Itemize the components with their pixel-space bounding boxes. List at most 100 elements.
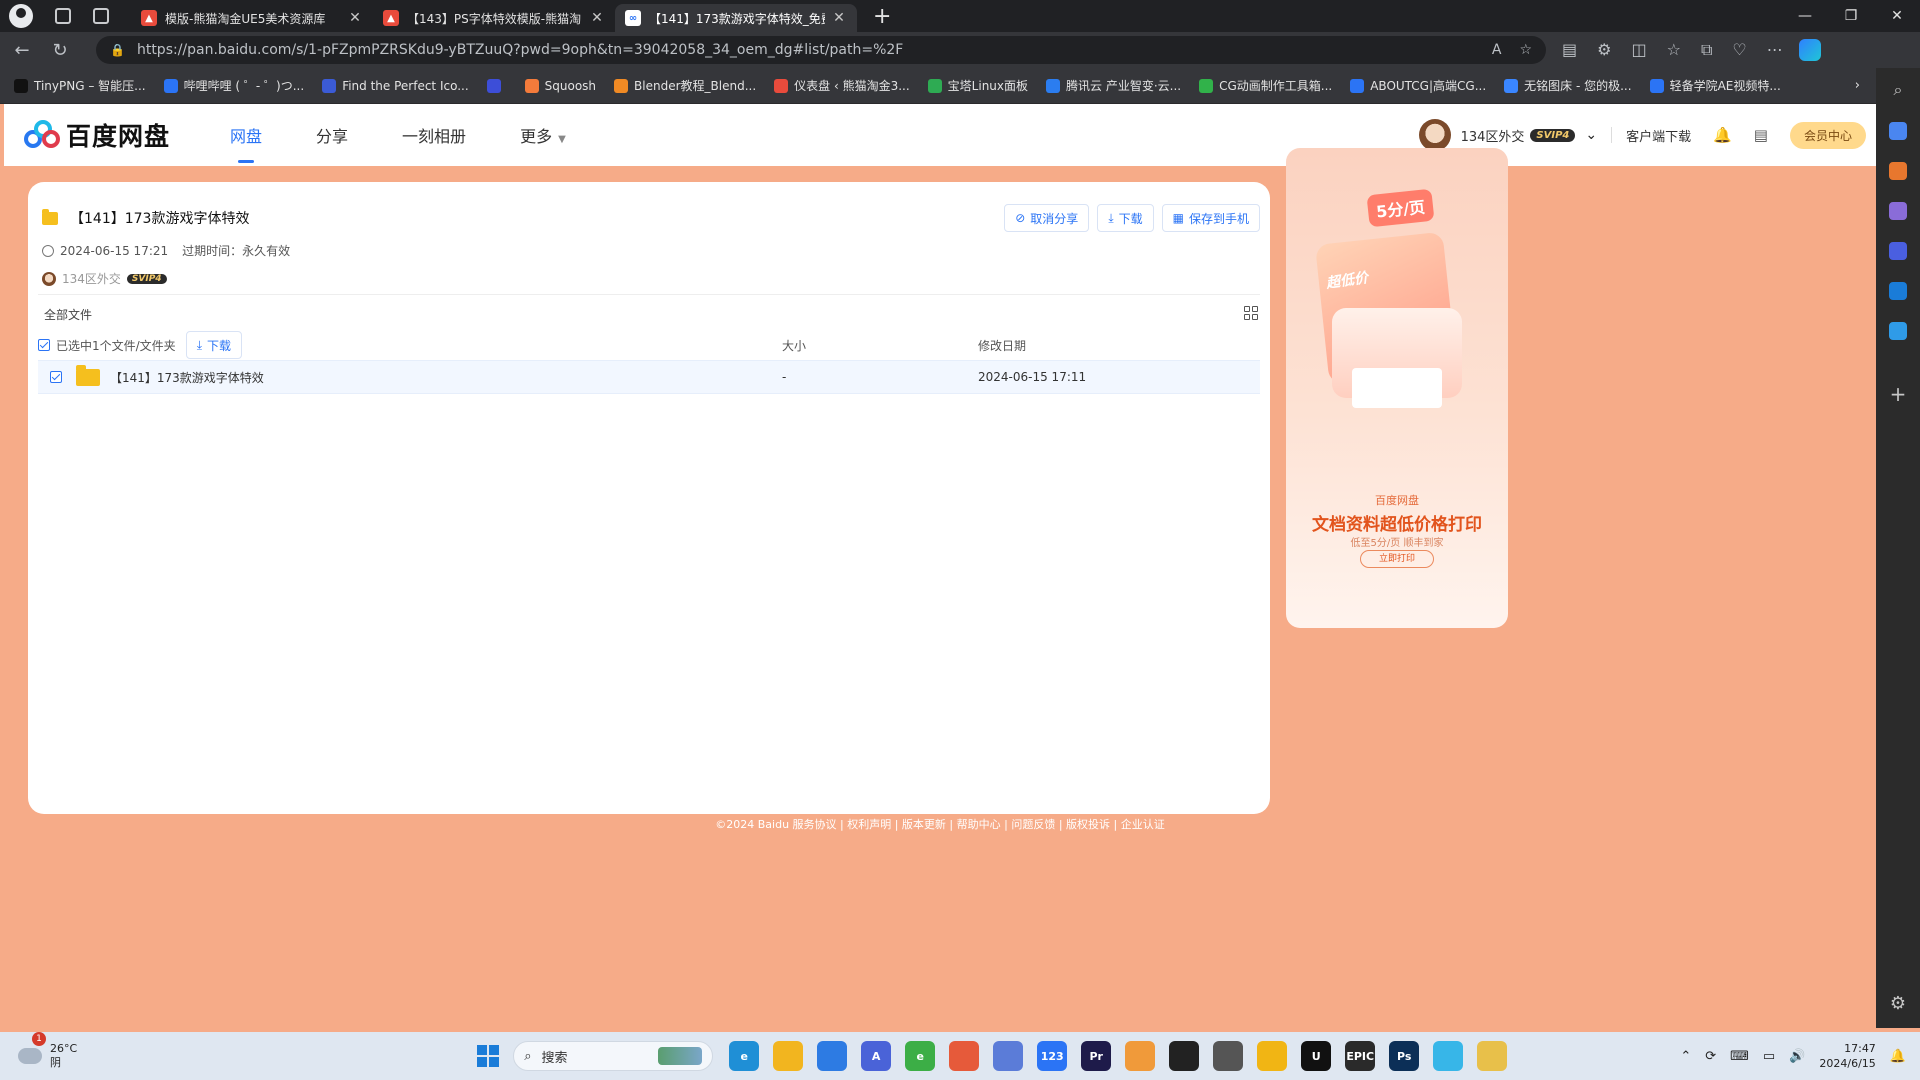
app-yellow-app-icon[interactable] (1257, 1041, 1288, 1071)
explorer-app-icon[interactable] (773, 1041, 804, 1071)
bookmark-item[interactable]: Squoosh (524, 78, 596, 93)
bell-icon[interactable]: 🔔 (1890, 1049, 1906, 1064)
premiere-app-icon[interactable]: Pr (1081, 1041, 1112, 1071)
app-purple-app-icon[interactable] (993, 1041, 1024, 1071)
read-aloud-icon[interactable]: A (1492, 42, 1502, 58)
bookmark-item[interactable] (486, 78, 507, 93)
refresh-button[interactable]: ↻ (44, 40, 76, 61)
nav-share[interactable]: 分享 (316, 117, 348, 153)
bell-icon[interactable]: 🔔 (1713, 126, 1732, 144)
app-gold-app-icon[interactable] (1477, 1041, 1508, 1071)
browser-tab-3[interactable]: ∞ 【141】173款游戏字体特效_免费 ✕ (615, 4, 857, 32)
bookmark-item[interactable]: 仪表盘 ‹ 熊猫淘金3... (774, 77, 910, 94)
browser-tab-1[interactable]: ▲ 模版-熊猫淘金UE5美术资源库 ✕ (131, 4, 373, 32)
split-screen-icon[interactable]: ◫ (1631, 40, 1646, 60)
download-button[interactable]: ⤓ 下载 (1097, 204, 1154, 232)
start-button[interactable] (477, 1045, 500, 1067)
sidebar-copilot-icon[interactable] (1889, 242, 1907, 260)
bookmark-item[interactable]: Find the Perfect Ico... (322, 78, 469, 93)
bookmark-item[interactable]: ABOUTCG|高端CG... (1350, 77, 1486, 94)
select-all-checkbox[interactable] (38, 339, 50, 351)
row-checkbox[interactable] (50, 371, 62, 383)
nav-more[interactable]: 更多 ▼ (520, 117, 566, 153)
taskbar-search[interactable]: ⌕ 搜索 (513, 1041, 714, 1071)
profile-icon[interactable] (9, 4, 33, 28)
client-download-link[interactable]: 客户端下载 (1626, 126, 1691, 145)
copilot-icon[interactable] (1798, 39, 1821, 61)
sidebar-outlook-icon[interactable] (1889, 282, 1907, 300)
edge-green-app-icon[interactable]: e (905, 1041, 936, 1071)
photoshop-app-icon[interactable]: Ps (1389, 1041, 1420, 1071)
cancel-share-button[interactable]: ⊘ 取消分享 (1004, 204, 1090, 232)
collections-icon[interactable]: ⧉ (1701, 40, 1712, 60)
bookmark-item[interactable]: 无铭图床 - 您的极... (1504, 77, 1632, 94)
chevron-up-icon[interactable]: ⌃ (1680, 1049, 1691, 1064)
add-sidebar-app-icon[interactable]: + (1890, 382, 1907, 406)
bookmark-item[interactable]: 宝塔Linux面板 (927, 77, 1028, 94)
123pan-app-icon[interactable]: 123 (1037, 1041, 1068, 1071)
unreal-app-icon[interactable]: U (1301, 1041, 1332, 1071)
app-red-app-icon[interactable] (949, 1041, 980, 1071)
browser-tab-2[interactable]: ▲ 【143】PS字体特效模版-熊猫淘 ✕ (373, 4, 615, 32)
extensions-puzzle-icon[interactable]: ⚙ (1597, 40, 1611, 60)
breadcrumb[interactable]: 全部文件 (44, 306, 92, 323)
search-icon[interactable]: ⌕ (1894, 80, 1903, 100)
file-name[interactable]: 【141】173款游戏字体特效 (110, 369, 264, 386)
column-size[interactable]: 大小 (782, 337, 806, 354)
bookmark-item[interactable]: 轻备学院AE视频特... (1649, 77, 1781, 94)
tab-actions-icon[interactable] (93, 8, 109, 24)
nav-album[interactable]: 一刻相册 (402, 117, 466, 153)
close-icon[interactable]: ✕ (589, 10, 605, 26)
translate-app-icon[interactable]: A (861, 1041, 892, 1071)
table-row[interactable]: 【141】173款游戏字体特效 - 2024-06-15 17:11 (38, 360, 1260, 394)
username[interactable]: 134区外交 (1461, 126, 1525, 145)
bookmark-item[interactable]: CG动画制作工具箱... (1199, 77, 1332, 94)
save-to-phone-button[interactable]: ▦ 保存到手机 (1161, 204, 1260, 232)
clock[interactable]: 17:47 2024/6/15 (1819, 1041, 1875, 1071)
app-orange-app-icon[interactable] (1125, 1041, 1156, 1071)
close-window-button[interactable]: ✕ (1874, 8, 1920, 24)
sidebar-games-icon[interactable] (1889, 202, 1907, 220)
gear-icon[interactable]: ⚙ (1890, 993, 1906, 1014)
volume-icon[interactable]: 🔊 (1789, 1049, 1805, 1064)
column-modified[interactable]: 修改日期 (978, 337, 1026, 354)
back-button[interactable]: ← (6, 40, 38, 61)
sidebar-send-icon[interactable] (1889, 322, 1907, 340)
sidebar-tag-icon[interactable] (1889, 122, 1907, 140)
bookmark-item[interactable]: 腾讯云 产业智变·云... (1046, 77, 1181, 94)
more-menu-icon[interactable]: ⋯ (1767, 40, 1783, 60)
owner-name[interactable]: 134区外交 (62, 270, 121, 287)
performance-icon[interactable]: ♡ (1732, 40, 1746, 60)
avatar[interactable] (1418, 119, 1451, 151)
extension-icon[interactable]: ▤ (1562, 40, 1577, 60)
workspaces-icon[interactable] (55, 8, 71, 24)
favorite-star-icon[interactable]: ☆ (1519, 42, 1532, 58)
ime-icon[interactable]: ⌨ (1730, 1049, 1749, 1064)
close-icon[interactable]: ✕ (831, 10, 847, 26)
nav-pan[interactable]: 网盘 (230, 117, 262, 163)
weather-widget[interactable]: 1 26°C 阴 (18, 1032, 77, 1070)
minimize-button[interactable]: — (1782, 8, 1828, 24)
app-blue-app-icon[interactable] (817, 1041, 848, 1071)
favorites-icon[interactable]: ☆ (1667, 40, 1681, 60)
bookmark-item[interactable]: TinyPNG – 智能压... (14, 77, 146, 94)
baidu-pan-logo[interactable]: 百度网盘 (24, 117, 170, 153)
sidebar-toolbox-icon[interactable] (1889, 162, 1907, 180)
bookmark-item[interactable]: Blender教程_Blend... (614, 77, 756, 94)
url-field[interactable]: 🔒 https://pan.baidu.com/s/1-pFZpmPZRSKdu… (96, 36, 1546, 64)
print-ad-banner[interactable]: 5分/页 超低价 百度网盘 文档资料超低价格打印 低至5分/页 顺丰到家 立即打… (1286, 148, 1508, 628)
grid-view-icon[interactable] (1244, 306, 1258, 320)
close-icon[interactable]: ✕ (347, 10, 363, 26)
bookmarks-more-icon[interactable]: › (1855, 78, 1860, 93)
download-selected-button[interactable]: ⤓ 下载 (185, 331, 243, 359)
print-now-button[interactable]: 立即打印 (1360, 550, 1434, 568)
network-icon[interactable]: ▭ (1763, 1049, 1775, 1064)
new-tab-button[interactable]: + (873, 4, 891, 29)
epic-app-icon[interactable]: EPIC (1345, 1041, 1376, 1071)
clipboard-icon[interactable]: ▤ (1754, 126, 1768, 144)
bookmark-item[interactable]: 哔哩哔哩 ( ゜- ゜)つ... (163, 77, 304, 94)
restore-button[interactable]: ❐ (1828, 8, 1874, 24)
chevron-down-icon[interactable]: ⌄ (1585, 127, 1597, 143)
sync-icon[interactable]: ⟳ (1705, 1049, 1716, 1064)
qq-app-icon[interactable] (1169, 1041, 1200, 1071)
